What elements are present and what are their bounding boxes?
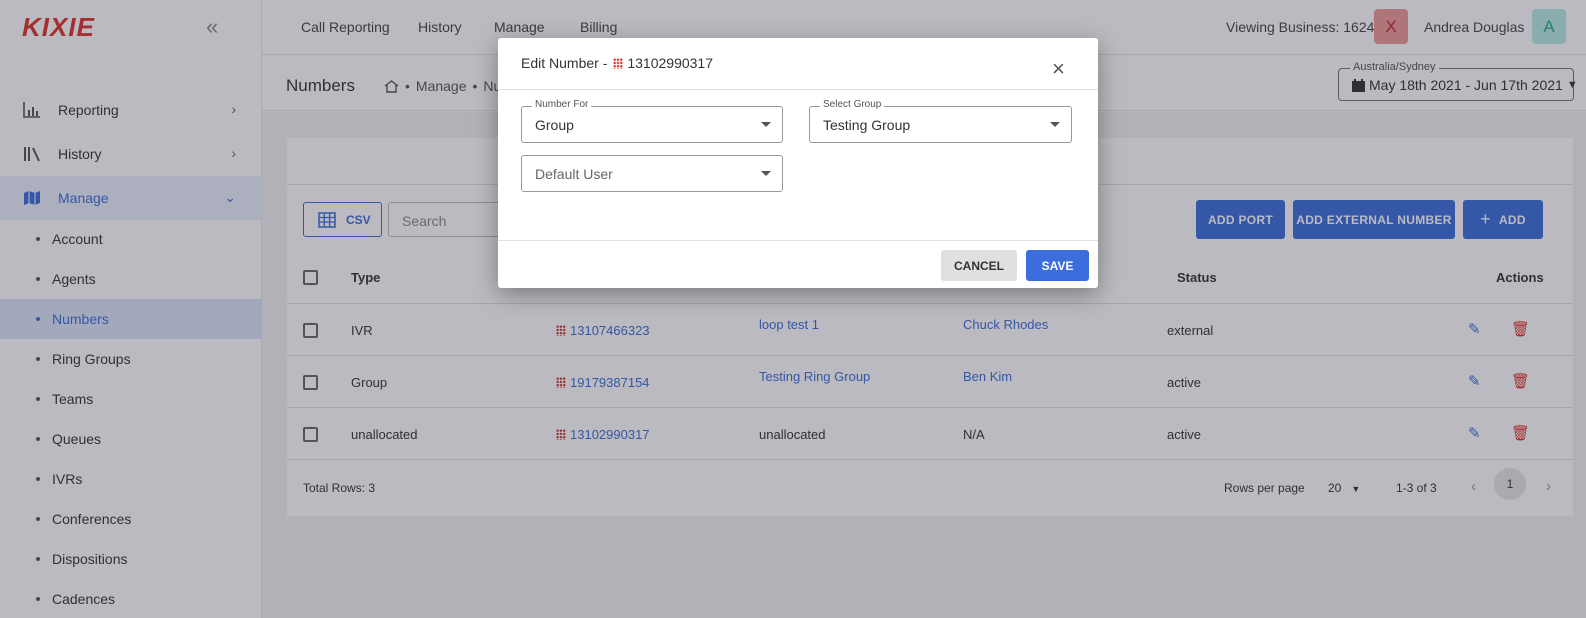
dialpad-icon: [613, 57, 624, 69]
edit-number-dialog: Edit Number - 13102990317 × Number For G…: [498, 38, 1098, 288]
select-group-label: Select Group: [820, 99, 885, 110]
caret-down-icon: [1050, 122, 1060, 127]
cancel-button[interactable]: CANCEL: [941, 250, 1017, 281]
dialog-title: Edit Number - 13102990317: [521, 55, 713, 71]
number-for-value: Group: [535, 117, 574, 133]
caret-down-icon: [761, 171, 771, 176]
dialog-number: 13102990317: [627, 55, 714, 71]
number-for-label: Number For: [532, 99, 592, 110]
divider: [498, 240, 1098, 241]
dialog-title-prefix: Edit Number -: [521, 55, 608, 71]
caret-down-icon: [761, 122, 771, 127]
number-for-select[interactable]: Number For Group: [521, 99, 783, 143]
close-icon[interactable]: ×: [1052, 56, 1065, 82]
select-group-value: Testing Group: [823, 117, 911, 133]
select-group-select[interactable]: Select Group Testing Group: [809, 99, 1072, 143]
divider: [498, 89, 1098, 90]
default-user-placeholder: Default User: [535, 166, 613, 182]
default-user-select[interactable]: Default User: [521, 155, 783, 192]
save-button[interactable]: SAVE: [1026, 250, 1089, 281]
